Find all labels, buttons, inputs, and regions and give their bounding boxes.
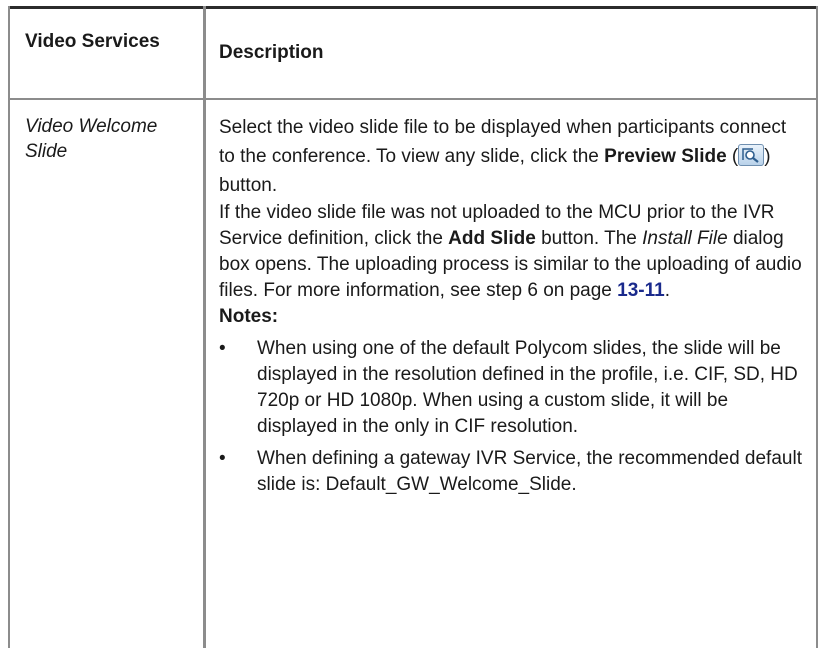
description-cell: Select the video slide file to be displa… — [219, 113, 807, 498]
bullet-icon: • — [219, 448, 226, 469]
paragraph-add-slide: If the video slide file was not uploaded… — [219, 200, 807, 304]
table-left-border — [8, 6, 10, 648]
header-description: Description — [219, 42, 324, 63]
term-video-welcome-slide: Video Welcome Slide — [25, 116, 158, 162]
bullet-icon: • — [219, 338, 226, 359]
paragraph-select-slide: Select the video slide file to be displa… — [219, 113, 807, 200]
list-item: • When defining a gateway IVR Service, th… — [219, 446, 807, 498]
add-slide-label: Add Slide — [448, 228, 536, 249]
note-text: When using one of the default Polycom sl… — [257, 338, 798, 437]
table-right-border — [816, 6, 818, 648]
notes-list: • When using one of the default Polycom s… — [219, 336, 807, 498]
p2-b: button. The — [535, 228, 643, 249]
page-link-13-11[interactable]: 13-11 — [617, 280, 665, 301]
preview-slide-label: Preview Slide — [604, 146, 727, 167]
header-bottom-rule — [8, 98, 818, 100]
install-file-label: Install File — [642, 228, 728, 249]
column-divider — [203, 6, 206, 648]
services-table: Video Services Description Video Welcome… — [8, 6, 820, 648]
header-video-services: Video Services — [25, 31, 160, 52]
p2-end: . — [664, 280, 670, 301]
notes-label: Notes: — [219, 306, 279, 327]
table-top-rule — [8, 6, 818, 9]
list-item: • When using one of the default Polycom s… — [219, 336, 807, 440]
p1-open: ( — [726, 146, 739, 167]
note-text: When defining a gateway IVR Service, the… — [257, 448, 802, 495]
preview-slide-icon — [738, 144, 765, 166]
